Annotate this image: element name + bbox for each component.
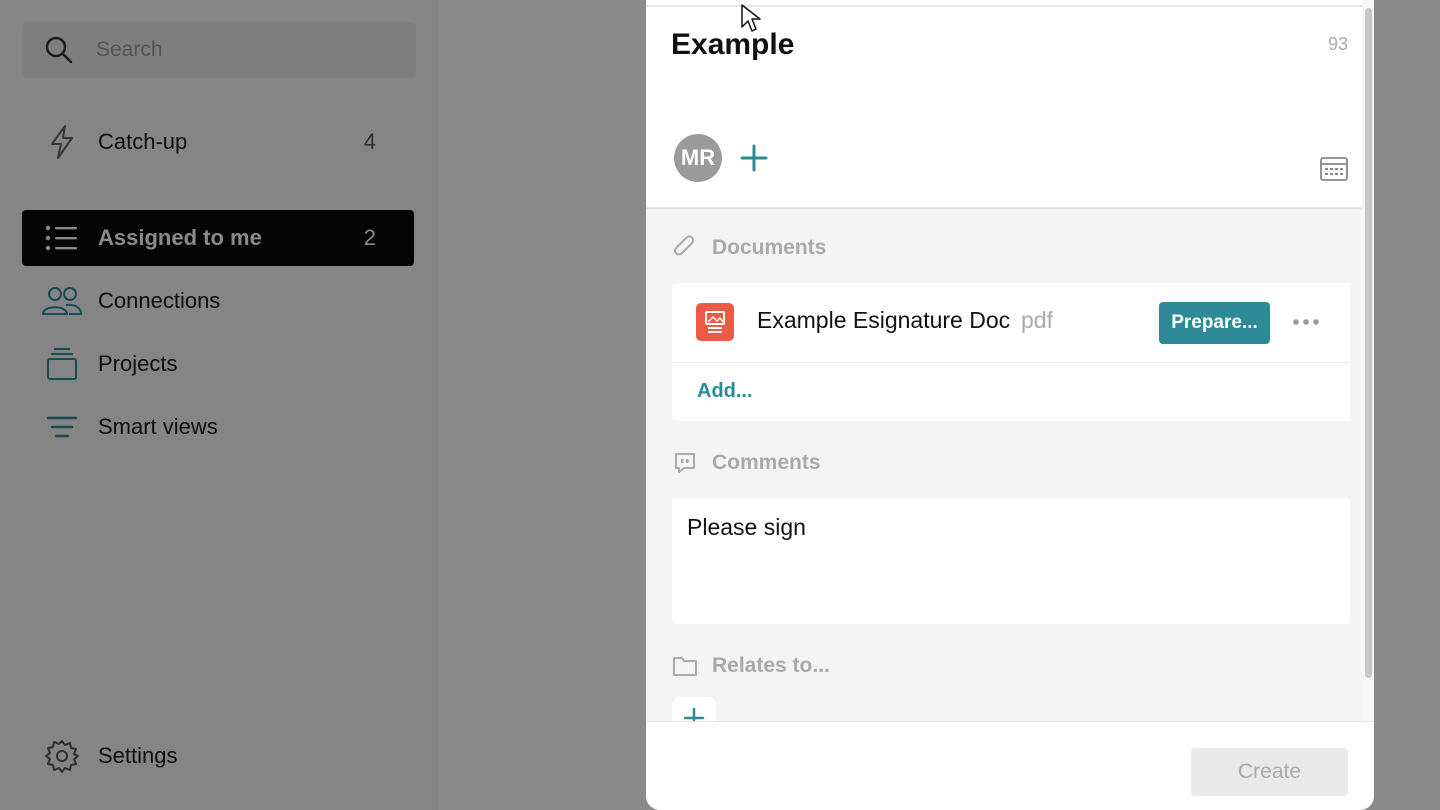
relates-section-header: Relates to... xyxy=(672,653,830,679)
task-title-input[interactable]: Example xyxy=(671,28,794,62)
avatar[interactable]: MR xyxy=(674,134,722,182)
add-document-link[interactable]: Add... xyxy=(697,380,753,403)
dialog-footer: Create xyxy=(646,721,1374,810)
plus-icon xyxy=(740,144,768,172)
pdf-file-icon xyxy=(696,303,734,341)
folder-icon xyxy=(672,653,698,679)
calendar-icon[interactable] xyxy=(1320,155,1348,183)
add-assignee-button[interactable] xyxy=(736,140,772,176)
paperclip-icon xyxy=(672,235,698,261)
scrollbar[interactable] xyxy=(1362,0,1374,721)
document-name[interactable]: Example Esignature Doc xyxy=(757,307,1010,334)
comment-textarea[interactable]: Please sign xyxy=(672,498,1350,624)
section-title: Comments xyxy=(712,451,821,474)
section-title: Relates to... xyxy=(712,654,830,677)
mouse-cursor-icon xyxy=(741,4,761,32)
create-task-dialog: Example 93 MR Documents Example Esignatu… xyxy=(646,0,1374,810)
prepare-button[interactable]: Prepare... xyxy=(1159,302,1270,344)
create-button[interactable]: Create xyxy=(1191,748,1348,796)
list-item[interactable]: Example Esignature Doc pdf Prepare... xyxy=(672,283,1350,363)
document-extension: pdf xyxy=(1021,307,1053,333)
comments-section-header: Comments xyxy=(672,450,821,476)
documents-card: Example Esignature Doc pdf Prepare... Ad… xyxy=(672,283,1350,421)
character-counter: 93 xyxy=(1327,34,1348,54)
section-title: Documents xyxy=(712,236,827,259)
comment-icon xyxy=(672,450,698,476)
scrollbar-thumb[interactable] xyxy=(1365,8,1372,678)
documents-section-header: Documents xyxy=(672,235,826,261)
more-options-icon[interactable] xyxy=(1290,307,1322,337)
comment-text: Please sign xyxy=(687,514,806,540)
